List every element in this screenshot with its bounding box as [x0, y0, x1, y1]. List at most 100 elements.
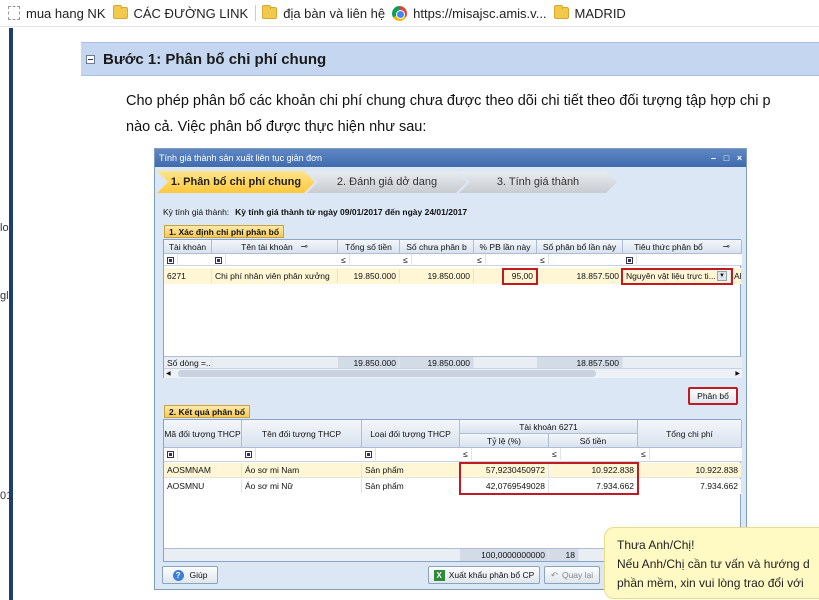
unallocated-cell[interactable]: 19.850.000	[400, 269, 474, 283]
window-controls: – □ ×	[707, 153, 746, 163]
row-count: Số dòng =...	[164, 357, 212, 368]
account-name-cell[interactable]: Chi phí nhân viên phân xưởng	[212, 269, 338, 283]
filter-icon[interactable]	[164, 448, 178, 460]
bookmark-label: https://misajsc.amis.v...	[413, 5, 547, 21]
chrome-icon	[392, 5, 408, 21]
footer-unallocated: 19.850.000	[400, 357, 474, 368]
scroll-left-icon[interactable]: ◀	[166, 370, 171, 377]
total-cell[interactable]: 10.922.838	[638, 463, 742, 477]
back-arrow-icon: ↶	[550, 569, 558, 580]
col-header[interactable]: Tiêu thức phân bổ ⊸	[623, 240, 742, 254]
filter-op[interactable]: ≤	[338, 254, 350, 266]
bookmark-dia-ban[interactable]: địa bàn và liên hệ	[262, 5, 386, 21]
col-header[interactable]: Tỷ lệ (%)	[460, 434, 549, 448]
collapse-icon[interactable]	[86, 54, 95, 64]
bookmark-label: mua hang NK	[26, 5, 106, 21]
filter-icon[interactable]	[623, 254, 637, 266]
col-header[interactable]: Tên đối tượng THCP	[242, 420, 362, 448]
col-header[interactable]: Số phân bổ lần này	[537, 240, 623, 254]
filter-op[interactable]: ≤	[549, 448, 561, 460]
col-header[interactable]: Số chưa phân b	[400, 240, 474, 254]
total-cell[interactable]: 7.934.662	[638, 479, 742, 493]
edge-text: lo	[0, 222, 9, 234]
table-row[interactable]: AOSMNU Áo sơ mi Nữ Sản phẩm 42,076954902…	[164, 479, 742, 494]
bookmarks-bar: mua hang NK CÁC ĐƯỜNG LINK địa bàn và li…	[0, 0, 819, 27]
close-icon[interactable]: ×	[733, 153, 746, 163]
help-button[interactable]: ? Giúp	[162, 566, 218, 584]
col-header[interactable]: Tài khoản	[164, 240, 212, 254]
footer-allocated: 18.857.500	[537, 357, 623, 368]
support-chat-tooltip[interactable]: Thưa Anh/Chị! Nếu Anh/Chị cần tư vấn và …	[604, 527, 819, 599]
allocate-button[interactable]: Phân bổ	[688, 387, 738, 405]
footer-total: 19.850.000	[338, 357, 400, 368]
section-header[interactable]: Bước 1: Phân bổ chi phí chung	[81, 42, 819, 76]
filter-icon[interactable]	[242, 448, 256, 460]
folder-icon	[112, 5, 128, 19]
table-row[interactable]: AOSMNAM Áo sơ mi Nam Sản phẩm 57,9230450…	[164, 463, 742, 478]
col-header[interactable]: % PB lần này	[474, 240, 537, 254]
excel-icon: X	[433, 569, 445, 581]
tooltip-greeting: Thưa Anh/Chị!	[617, 538, 695, 552]
total-cell[interactable]: 19.850.000	[338, 269, 400, 283]
intro-line: Cho phép phân bổ các khoản chi phí chung…	[126, 93, 771, 109]
scroll-right-icon[interactable]: ▶	[735, 370, 740, 377]
col-header[interactable]: Loại đối tượng THCP	[362, 420, 460, 448]
filter-op[interactable]: ≤	[638, 448, 650, 460]
type-cell[interactable]: Sản phẩm	[362, 479, 460, 493]
name-cell[interactable]: Áo sơ mi Nữ	[242, 479, 362, 493]
footer-amount: 18	[549, 549, 579, 561]
filter-op[interactable]: ≤	[400, 254, 412, 266]
edge-text: 01	[0, 490, 13, 502]
filter-op[interactable]: ≤	[537, 254, 549, 266]
code-cell[interactable]: AOSMNU	[164, 479, 242, 493]
col-header[interactable]: Mã đối tượng THCP	[164, 420, 242, 448]
horizontal-scrollbar[interactable]: ◀ ▶	[164, 368, 742, 378]
highlight-percent	[502, 268, 538, 285]
edge-text: gl	[0, 290, 9, 302]
maximize-icon[interactable]: □	[720, 153, 733, 163]
filter-op[interactable]: ≤	[474, 254, 486, 266]
minimize-icon[interactable]: –	[707, 153, 720, 163]
filter-icon[interactable]	[164, 254, 178, 266]
filter-icon[interactable]	[362, 448, 376, 460]
bookmark-cac-duong-link[interactable]: CÁC ĐƯỜNG LINK	[112, 5, 249, 21]
export-allocation-button[interactable]: X Xuất khẩu phân bổ CP	[428, 566, 540, 584]
bookmark-misa[interactable]: https://misajsc.amis.v...	[392, 5, 547, 21]
code-cell[interactable]: AOSMNAM	[164, 463, 242, 477]
step-allocate-common-cost[interactable]: 1. Phân bổ chi phí chung	[157, 171, 315, 193]
col-header[interactable]: Tổng chi phí	[638, 420, 742, 448]
bookmark-mua-hang[interactable]: mua hang NK	[8, 6, 106, 21]
allocated-cell[interactable]: 18.857.500	[537, 269, 623, 283]
cost-period: Kỳ tính giá thành: Kỳ tính giá thành từ n…	[163, 207, 467, 217]
scrollbar-thumb[interactable]	[178, 370, 596, 377]
bookmark-label: CÁC ĐƯỜNG LINK	[133, 5, 249, 21]
filter-op[interactable]: ≤	[460, 448, 472, 460]
col-header[interactable]: Tổng số tiền	[338, 240, 400, 254]
window-title: Tính giá thành sản xuất liên tục giản đơ…	[159, 153, 323, 163]
allocation-grid: Tài khoản Tên tài khoản ⊸ Tổng số tiền Số…	[163, 239, 742, 378]
col-group-header: Tài khoản 6271	[460, 420, 638, 434]
step-evaluate-wip[interactable]: 2. Đánh giá dở dang	[307, 171, 467, 193]
step-calculate-cost[interactable]: 3. Tính giá thành	[459, 171, 617, 193]
back-button[interactable]: ↶ Quay lại	[544, 566, 600, 584]
cost-calculation-window: Tính giá thành sản xuất liên tục giản đơ…	[154, 148, 747, 590]
col-header[interactable]: Số tiền	[549, 434, 638, 448]
grid2-label: 2. Kết quả phân bổ	[164, 405, 251, 418]
account-cell[interactable]: 6271	[164, 269, 212, 283]
filter-icon[interactable]	[212, 254, 226, 266]
type-cell[interactable]: Sản phẩm	[362, 463, 460, 477]
bookmark-separator	[255, 5, 257, 21]
left-panel-border	[9, 28, 13, 600]
window-titlebar: Tính giá thành sản xuất liên tục giản đơ…	[155, 149, 746, 167]
bookmark-label: địa bàn và liên hệ	[283, 5, 386, 21]
page-icon	[8, 6, 20, 20]
bookmark-madrid[interactable]: MADRID	[553, 5, 626, 21]
grid1-label: 1. Xác định chi phí phân bổ	[164, 225, 285, 238]
wizard-steps: 1. Phân bổ chi phí chung 2. Đánh giá dở …	[155, 171, 746, 198]
col-header[interactable]: Tên tài khoản ⊸	[212, 240, 338, 254]
intro-paragraph: Cho phép phân bổ các khoản chi phí chung…	[126, 88, 819, 140]
bookmark-label: MADRID	[574, 5, 626, 21]
tooltip-text: phần mềm, xin vui lòng trao đổi với	[617, 576, 804, 590]
name-cell[interactable]: Áo sơ mi Nam	[242, 463, 362, 477]
folder-icon	[262, 5, 278, 19]
